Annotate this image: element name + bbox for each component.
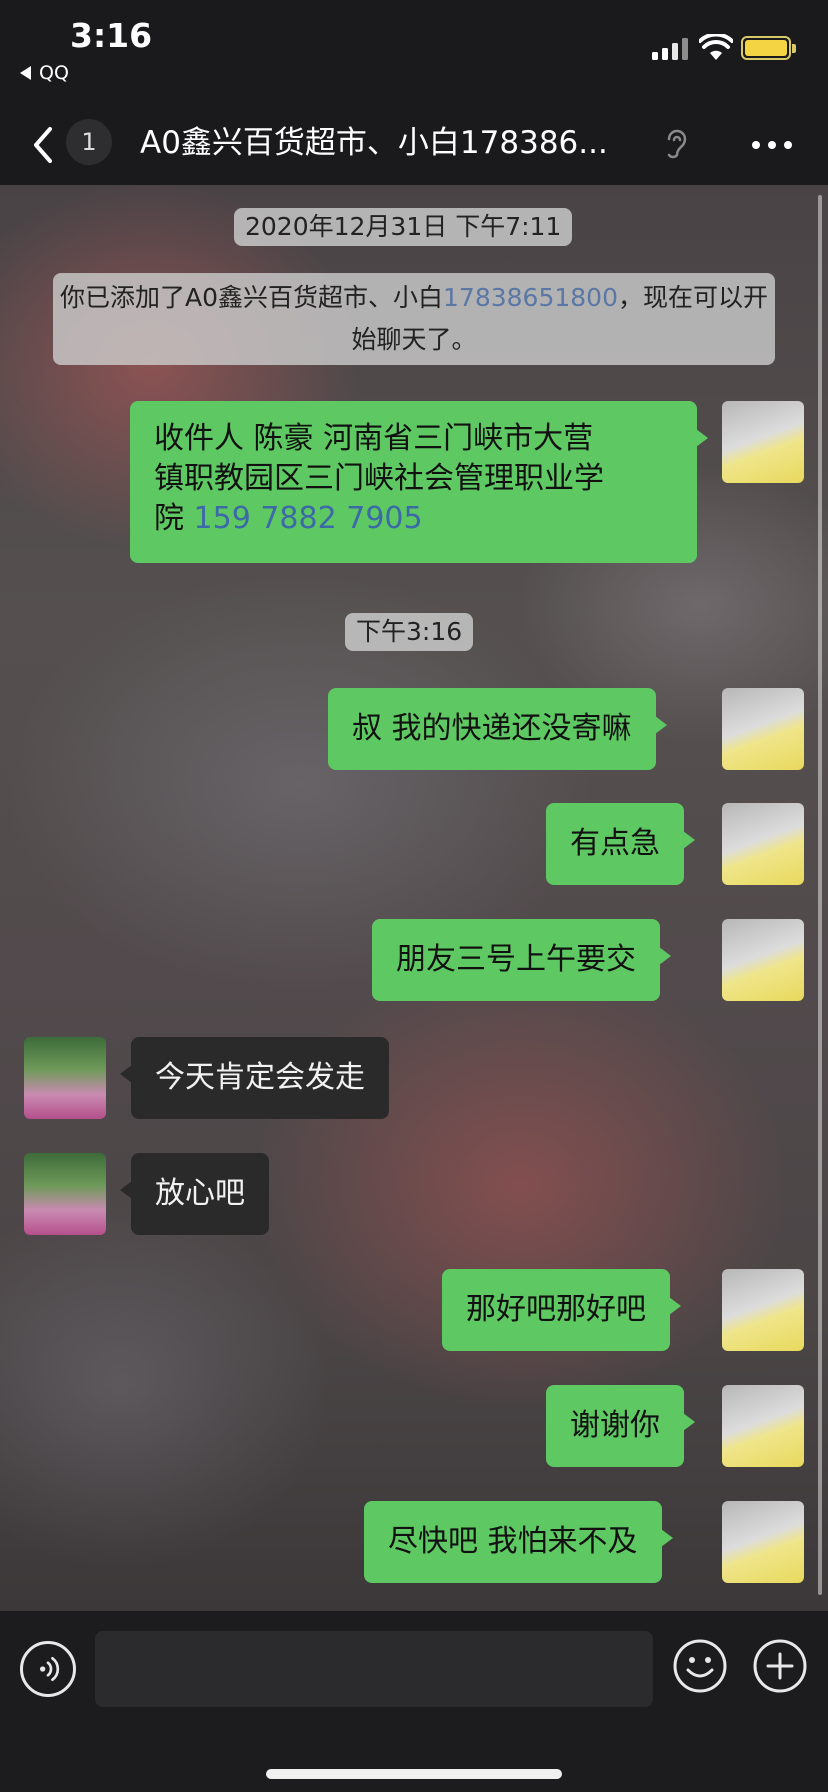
message-bubble-incoming[interactable]: 今天肯定会发走 bbox=[120, 1037, 389, 1119]
phone-link[interactable]: 17838651800 bbox=[443, 283, 618, 312]
phone-link[interactable]: 159 7882 7905 bbox=[194, 501, 423, 536]
wifi-icon bbox=[699, 34, 733, 60]
more-icon[interactable] bbox=[750, 135, 794, 155]
message-input[interactable] bbox=[95, 1631, 653, 1707]
system-notice-prefix: 你已添加了A0鑫兴百货超市、小白 bbox=[60, 283, 444, 312]
message-line: 院 159 7882 7905 bbox=[154, 501, 423, 536]
scrollbar[interactable] bbox=[818, 195, 822, 1595]
message-bubble-outgoing[interactable]: 那好吧那好吧 bbox=[442, 1269, 681, 1351]
avatar-self[interactable] bbox=[722, 803, 804, 885]
message-list[interactable]: 2020年12月31日 下午7:11 你已添加了A0鑫兴百货超市、小白17838… bbox=[0, 185, 828, 1611]
voice-icon[interactable] bbox=[20, 1641, 76, 1697]
message-line: 镇职教园区三门峡社会管理职业学 bbox=[154, 461, 604, 496]
avatar-contact[interactable] bbox=[24, 1153, 106, 1235]
timestamp-pill: 2020年12月31日 下午7:11 bbox=[234, 208, 573, 246]
avatar-self[interactable] bbox=[722, 1269, 804, 1351]
chat-header: 1 A0鑫兴百货超市、小白178386... bbox=[0, 105, 828, 185]
cellular-signal-icon bbox=[652, 38, 688, 60]
back-triangle-icon bbox=[20, 66, 31, 80]
avatar-self[interactable] bbox=[722, 401, 804, 483]
earpiece-mode-icon bbox=[667, 129, 687, 159]
message-bubble-outgoing[interactable]: 叔 我的快递还没寄嘛 bbox=[328, 688, 667, 770]
avatar-contact[interactable] bbox=[24, 1037, 106, 1119]
message-bubble-outgoing[interactable]: 朋友三号上午要交 bbox=[372, 919, 671, 1001]
avatar-self[interactable] bbox=[722, 1385, 804, 1467]
message-bubble-outgoing[interactable]: 收件人 陈豪 河南省三门峡市大营 镇职教园区三门峡社会管理职业学 院 159 7… bbox=[130, 401, 708, 563]
back-app-label: QQ bbox=[39, 62, 69, 84]
back-to-app-link[interactable]: QQ bbox=[20, 62, 69, 84]
message-bubble-outgoing[interactable]: 有点急 bbox=[546, 803, 695, 885]
chevron-left-icon[interactable] bbox=[26, 123, 60, 167]
home-indicator[interactable] bbox=[266, 1769, 562, 1779]
avatar-self[interactable] bbox=[722, 919, 804, 1001]
timestamp-pill: 下午3:16 bbox=[345, 613, 474, 651]
chat-title[interactable]: A0鑫兴百货超市、小白178386... bbox=[140, 119, 685, 167]
avatar-self[interactable] bbox=[722, 688, 804, 770]
status-bar: 3:16 QQ bbox=[0, 0, 828, 105]
message-line: 收件人 陈豪 河南省三门峡市大营 bbox=[154, 421, 594, 456]
unread-count-badge[interactable]: 1 bbox=[66, 119, 112, 165]
status-time: 3:16 bbox=[70, 16, 153, 55]
message-bubble-incoming[interactable]: 放心吧 bbox=[120, 1153, 269, 1235]
battery-icon bbox=[741, 36, 796, 60]
avatar-self[interactable] bbox=[722, 1501, 804, 1583]
system-notice: 你已添加了A0鑫兴百货超市、小白17838651800，现在可以开始聊天了。 bbox=[53, 273, 775, 365]
message-bubble-outgoing[interactable]: 尽快吧 我怕来不及 bbox=[364, 1501, 673, 1583]
message-bubble-outgoing[interactable]: 谢谢你 bbox=[546, 1385, 695, 1467]
input-bar bbox=[0, 1611, 828, 1792]
plus-icon[interactable] bbox=[752, 1638, 808, 1694]
emoji-icon[interactable] bbox=[672, 1638, 728, 1694]
